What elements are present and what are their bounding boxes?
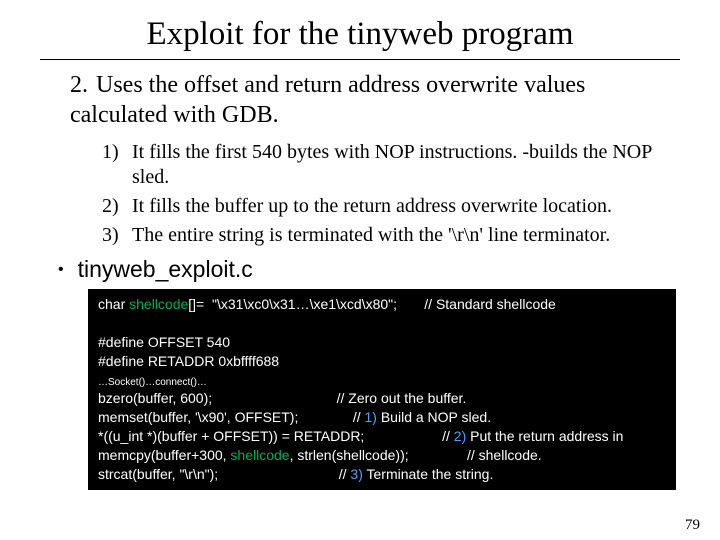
page-title: Exploit for the tinyweb program <box>40 16 680 53</box>
code-ident: shellcode <box>230 447 289 463</box>
sub-number: 3) <box>102 223 132 248</box>
sub-item: 1) It fills the first 540 bytes with NOP… <box>102 140 680 190</box>
divider <box>40 59 680 60</box>
sub-item: 3) The entire string is terminated with … <box>102 223 680 248</box>
sub-number: 2) <box>102 194 132 219</box>
sub-item: 2) It fills the buffer up to the return … <box>102 194 680 219</box>
item-number: 2. <box>70 70 96 100</box>
bullet-item: • tinyweb_exploit.c <box>58 256 680 283</box>
item-text: Uses the offset and return address overw… <box>70 72 585 128</box>
sub-text: It fills the buffer up to the return add… <box>132 194 680 219</box>
code-ref: 2) <box>454 428 466 444</box>
bullet-label: tinyweb_exploit.c <box>78 256 253 283</box>
bullet-icon: • <box>58 261 64 279</box>
numbered-item: 2.Uses the offset and return address ove… <box>70 70 680 130</box>
code-ident: shellcode <box>129 296 188 312</box>
code-ref: 1) <box>365 409 377 425</box>
code-ref: 3) <box>350 466 362 482</box>
sub-text: The entire string is terminated with the… <box>132 223 680 248</box>
slide-number: 79 <box>685 517 700 534</box>
sub-text: It fills the first 540 bytes with NOP in… <box>132 140 680 190</box>
code-block: char shellcode[]= "\x31\xc0\x31…\xe1\xcd… <box>88 289 676 490</box>
sub-number: 1) <box>102 140 132 190</box>
